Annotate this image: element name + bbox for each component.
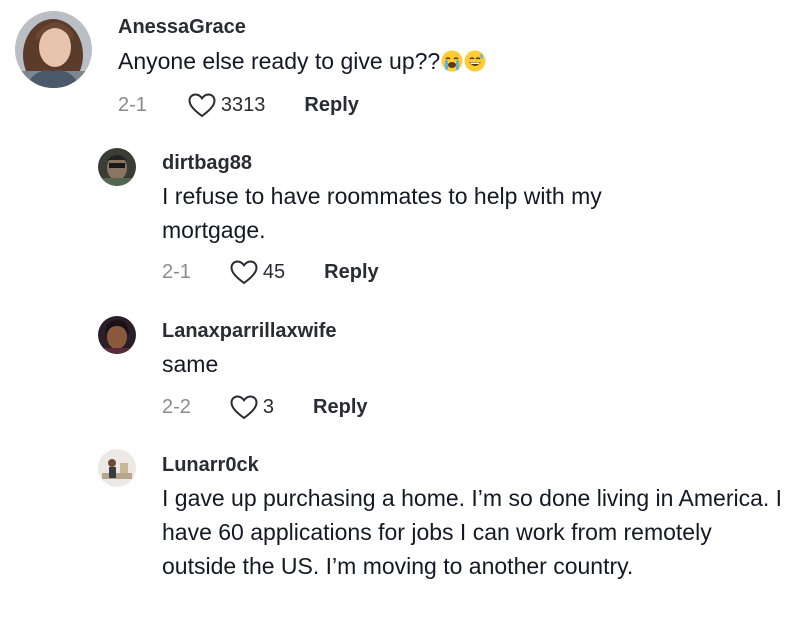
comment-username[interactable]: Lunarr0ck: [162, 454, 259, 477]
reply-button[interactable]: Reply: [324, 261, 378, 284]
comment-meta: 2-1 45 Reply: [162, 260, 379, 285]
comment-text: I refuse to have roommates to help with …: [162, 183, 602, 243]
comment-text: same: [162, 351, 219, 377]
comment-date: 2-1: [162, 261, 191, 283]
comment-date: 2-1: [118, 94, 147, 116]
like-button[interactable]: 3313: [188, 93, 266, 118]
reply-button[interactable]: Reply: [313, 396, 367, 419]
comment-text-body: Anyone else ready to give up??: [118, 48, 441, 74]
heart-outline-icon[interactable]: [188, 93, 216, 118]
comment-username[interactable]: Lanaxparrillaxwife: [162, 320, 337, 343]
comment-username[interactable]: dirtbag88: [162, 152, 252, 175]
like-button[interactable]: 3: [230, 395, 274, 420]
like-button[interactable]: 45: [230, 260, 285, 285]
like-count: 3313: [220, 94, 266, 116]
comment-date: 2-2: [162, 396, 191, 418]
avatar[interactable]: [98, 316, 136, 354]
avatar[interactable]: [98, 449, 136, 487]
heart-outline-icon[interactable]: [230, 395, 258, 420]
comment-username[interactable]: AnessaGrace: [118, 16, 246, 39]
reply-button[interactable]: Reply: [304, 94, 358, 117]
comment-text: I gave up purchasing a home. I’m so done…: [162, 485, 783, 579]
avatar[interactable]: [15, 11, 92, 88]
comment-item: AnessaGrace Anyone else ready to give up…: [0, 0, 794, 130]
like-count: 45: [262, 261, 286, 283]
comment-meta: 2-1 3313 Reply: [118, 93, 359, 118]
like-count: 3: [262, 396, 275, 418]
avatar[interactable]: [98, 148, 136, 186]
reply-comment-item: dirtbag88 I refuse to have roommates to …: [0, 140, 794, 300]
reply-comment-item: Lunarr0ck I gave up purchasing a home. I…: [0, 440, 794, 622]
comment-meta: 2-2 3 Reply: [162, 395, 368, 420]
grinning-sweat-face-emoji: [464, 47, 486, 72]
comment-text: Anyone else ready to give up??: [118, 44, 778, 78]
loudly-crying-face-emoji: [441, 47, 463, 72]
reply-comment-item: Lanaxparrillaxwife same 2-2 3 Reply: [0, 305, 794, 435]
heart-outline-icon[interactable]: [230, 260, 258, 285]
